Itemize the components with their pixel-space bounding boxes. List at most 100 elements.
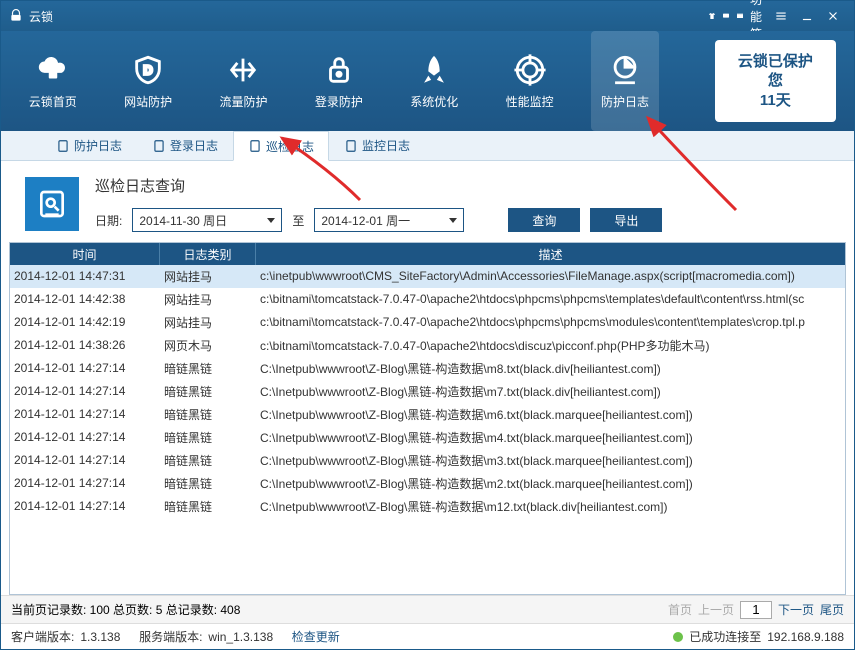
check-update-link[interactable]: 检查更新	[292, 628, 340, 645]
nav-label: 网站防护	[124, 93, 172, 110]
cell-desc: c:\bitnami\tomcatstack-7.0.47-0\apache2\…	[256, 315, 845, 329]
log-table: 时间 日志类别 描述 2014-12-01 14:47:31网站挂马c:\ine…	[9, 242, 846, 595]
chevron-down-icon	[267, 218, 275, 223]
nav-log[interactable]: 防护日志	[591, 31, 658, 131]
main-nav: 云锁首页 D 网站防护 流量防护 登录防护 系统优化 性能监控 防护日志 云锁已…	[1, 31, 854, 131]
tab-login-log[interactable]: 登录日志	[137, 131, 233, 160]
nav-traffic[interactable]: 流量防护	[210, 31, 277, 131]
pager-next[interactable]: 下一页	[778, 601, 814, 618]
table-row[interactable]: 2014-12-01 14:27:14暗链黑链C:\Inetpub\wwwroo…	[10, 495, 845, 518]
cell-desc: C:\Inetpub\wwwroot\Z-Blog\黑链-构造数据\m8.txt…	[256, 360, 845, 377]
cell-time: 2014-12-01 14:42:19	[10, 315, 160, 329]
table-row[interactable]: 2014-12-01 14:47:31网站挂马c:\inetpub\wwwroo…	[10, 265, 845, 288]
traffic-icon	[226, 53, 260, 87]
nav-website[interactable]: D 网站防护	[114, 31, 181, 131]
cell-time: 2014-12-01 14:42:38	[10, 292, 160, 306]
status-bar: 客户端版本: 1.3.138 服务端版本: win_1.3.138 检查更新 已…	[1, 623, 854, 649]
panel-title: 巡检日志查询	[95, 175, 830, 196]
log-tabs: 防护日志 登录日志 巡检日志 监控日志	[1, 131, 854, 161]
tab-protect-log[interactable]: 防护日志	[41, 131, 137, 160]
cell-time: 2014-12-01 14:27:14	[10, 384, 160, 398]
minimize-button[interactable]	[794, 5, 820, 27]
cell-desc: c:\inetpub\wwwroot\CMS_SiteFactory\Admin…	[256, 269, 845, 283]
shield-d-icon: D	[131, 53, 165, 87]
nav-login[interactable]: 登录防护	[305, 31, 372, 131]
client-ver-label: 客户端版本:	[11, 628, 74, 645]
cell-time: 2014-12-01 14:27:14	[10, 407, 160, 421]
table-row[interactable]: 2014-12-01 14:42:38网站挂马c:\bitnami\tomcat…	[10, 288, 845, 311]
cell-category: 网页木马	[160, 337, 256, 354]
box-icon	[736, 12, 744, 20]
cell-category: 网站挂马	[160, 268, 256, 285]
date-from-value: 2014-11-30 周日	[139, 212, 227, 229]
cell-desc: C:\Inetpub\wwwroot\Z-Blog\黑链-构造数据\m7.txt…	[256, 383, 845, 400]
badge-line2: 11天	[731, 91, 820, 111]
nav-perf[interactable]: 性能监控	[496, 31, 563, 131]
cell-time: 2014-12-01 14:27:14	[10, 476, 160, 490]
shirt-icon	[708, 12, 716, 20]
target-icon	[513, 53, 547, 87]
table-row[interactable]: 2014-12-01 14:27:14暗链黑链C:\Inetpub\wwwroo…	[10, 380, 845, 403]
table-row[interactable]: 2014-12-01 14:27:14暗链黑链C:\Inetpub\wwwroo…	[10, 403, 845, 426]
tab-label: 监控日志	[362, 137, 410, 154]
padlock-icon	[322, 53, 356, 87]
tab-inspect-log[interactable]: 巡检日志	[233, 131, 329, 161]
inspect-icon	[36, 188, 68, 220]
date-label: 日期:	[95, 212, 122, 229]
table-row[interactable]: 2014-12-01 14:38:26网页木马c:\bitnami\tomcat…	[10, 334, 845, 357]
cell-desc: c:\bitnami\tomcatstack-7.0.47-0\apache2\…	[256, 337, 845, 354]
app-title: 云锁	[29, 8, 53, 25]
table-body[interactable]: 2014-12-01 14:47:31网站挂马c:\inetpub\wwwroo…	[10, 265, 845, 594]
cell-desc: C:\Inetpub\wwwroot\Z-Blog\黑链-构造数据\m2.txt…	[256, 475, 845, 492]
client-ver: 1.3.138	[80, 630, 120, 644]
to-label: 至	[292, 212, 304, 229]
th-desc[interactable]: 描述	[256, 243, 845, 265]
date-to-value: 2014-12-01 周一	[321, 212, 410, 229]
cell-time: 2014-12-01 14:27:14	[10, 361, 160, 375]
doc-icon	[248, 139, 262, 153]
pager-summary: 当前页记录数: 100 总页数: 5 总记录数: 408	[11, 601, 240, 618]
table-row[interactable]: 2014-12-01 14:27:14暗链黑链C:\Inetpub\wwwroo…	[10, 449, 845, 472]
th-time[interactable]: 时间	[10, 243, 160, 265]
menu-button[interactable]	[768, 5, 794, 27]
cell-category: 网站挂马	[160, 314, 256, 331]
table-row[interactable]: 2014-12-01 14:27:14暗链黑链C:\Inetpub\wwwroo…	[10, 472, 845, 495]
cell-category: 网站挂马	[160, 291, 256, 308]
table-row[interactable]: 2014-12-01 14:27:14暗链黑链C:\Inetpub\wwwroo…	[10, 357, 845, 380]
cell-desc: c:\bitnami\tomcatstack-7.0.47-0\apache2\…	[256, 292, 845, 306]
query-button[interactable]: 查询	[508, 208, 580, 232]
nav-system[interactable]: 系统优化	[401, 31, 468, 131]
cloud-lock-icon	[36, 53, 70, 87]
lock-icon	[9, 9, 23, 23]
cell-category: 暗链黑链	[160, 360, 256, 377]
cell-category: 暗链黑链	[160, 498, 256, 515]
pager-page-input[interactable]	[740, 601, 772, 619]
conn-ip: 192.168.9.188	[767, 630, 844, 644]
date-to-select[interactable]: 2014-12-01 周一	[314, 208, 464, 232]
pie-log-icon	[608, 53, 642, 87]
chat-icon	[722, 12, 730, 20]
panel-icon	[25, 177, 79, 231]
tab-label: 防护日志	[74, 137, 122, 154]
th-category[interactable]: 日志类别	[160, 243, 256, 265]
nav-home[interactable]: 云锁首页	[19, 31, 86, 131]
table-row[interactable]: 2014-12-01 14:42:19网站挂马c:\bitnami\tomcat…	[10, 311, 845, 334]
pager-last[interactable]: 尾页	[820, 601, 844, 618]
protect-badge: 云锁已保护您 11天	[715, 40, 836, 123]
export-button[interactable]: 导出	[590, 208, 662, 232]
nav-label: 登录防护	[315, 93, 363, 110]
table-row[interactable]: 2014-12-01 14:27:14暗链黑链C:\Inetpub\wwwroo…	[10, 426, 845, 449]
date-from-select[interactable]: 2014-11-30 周日	[132, 208, 282, 232]
cell-desc: C:\Inetpub\wwwroot\Z-Blog\黑链-构造数据\m4.txt…	[256, 429, 845, 446]
cell-time: 2014-12-01 14:47:31	[10, 269, 160, 283]
server-ver: win_1.3.138	[208, 630, 273, 644]
pager-prev[interactable]: 上一页	[698, 601, 734, 618]
cell-time: 2014-12-01 14:27:14	[10, 430, 160, 444]
tab-monitor-log[interactable]: 监控日志	[329, 131, 425, 160]
close-button[interactable]	[820, 5, 846, 27]
cell-category: 暗链黑链	[160, 406, 256, 423]
cell-time: 2014-12-01 14:27:14	[10, 499, 160, 513]
pager-first[interactable]: 首页	[668, 601, 692, 618]
chevron-down-icon	[449, 218, 457, 223]
tab-label: 巡检日志	[266, 138, 314, 155]
